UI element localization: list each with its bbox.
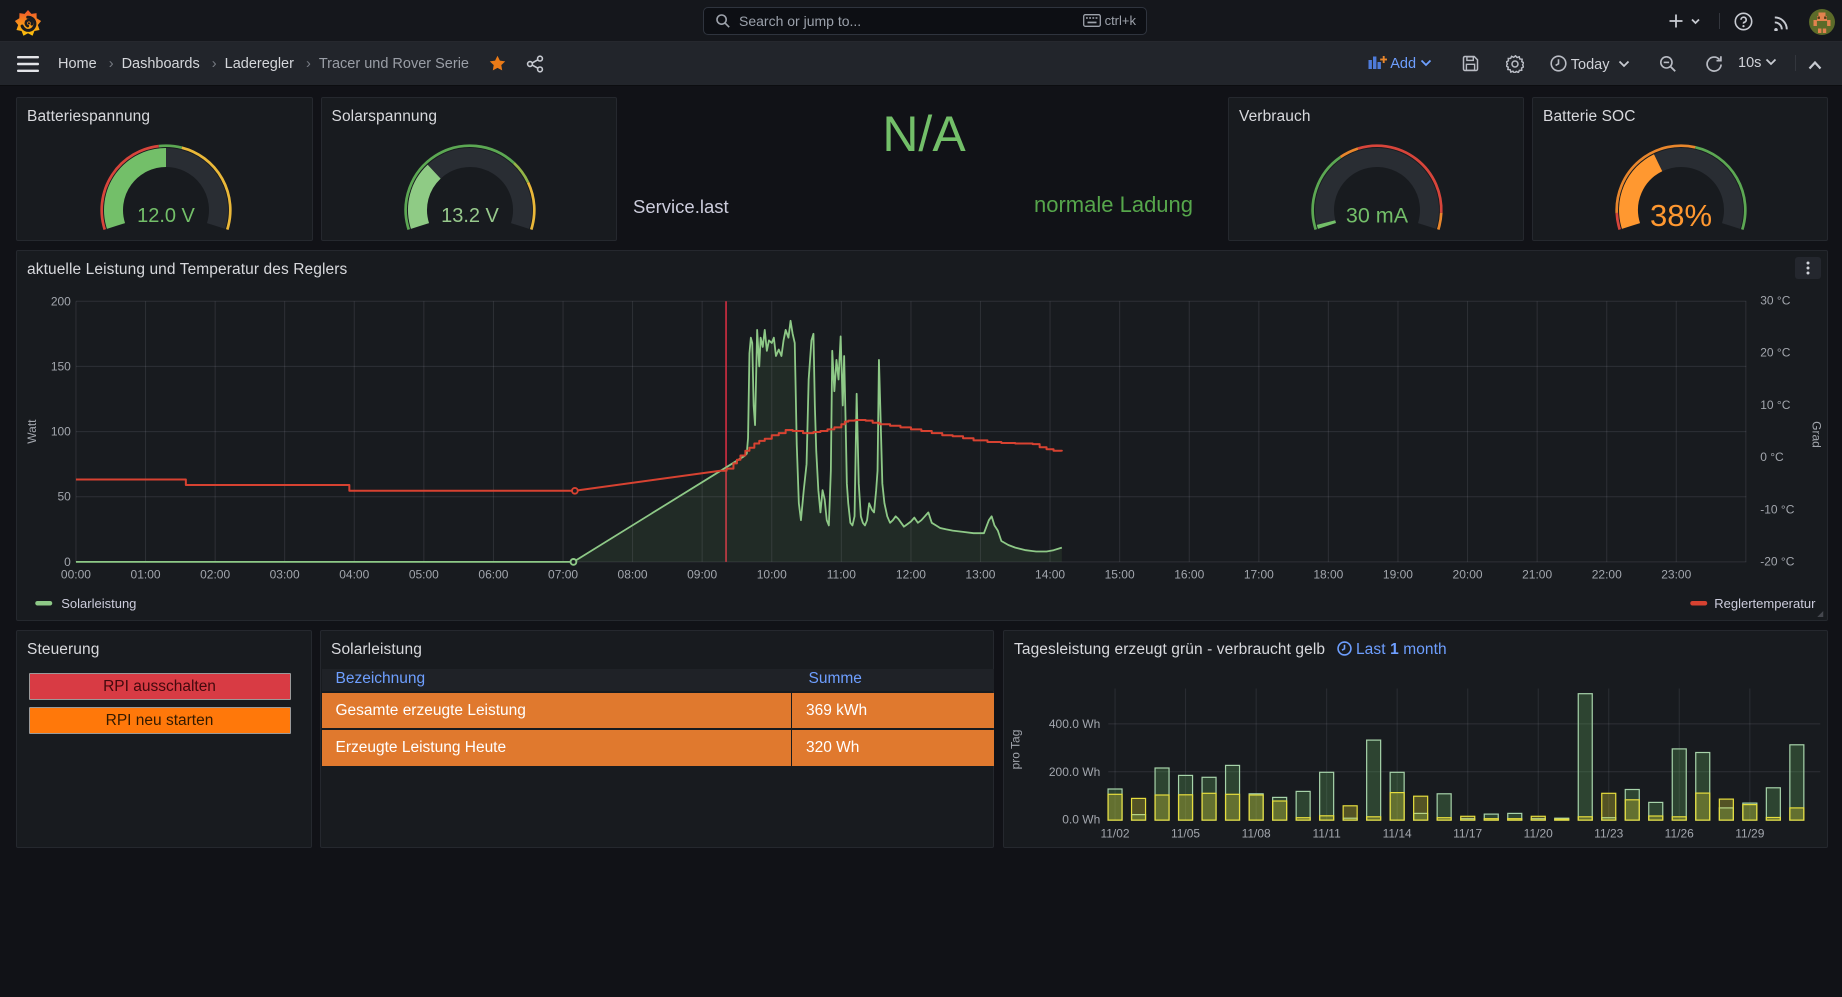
svg-text:400.0 Wh: 400.0 Wh <box>1049 716 1100 730</box>
svg-text:50: 50 <box>57 489 71 503</box>
svg-text:04:00: 04:00 <box>339 567 369 581</box>
svg-text:11/20: 11/20 <box>1524 826 1553 840</box>
svg-text:22:00: 22:00 <box>1592 567 1622 581</box>
svg-text:02:00: 02:00 <box>200 567 230 581</box>
svg-text:11/29: 11/29 <box>1735 826 1764 840</box>
svg-text:05:00: 05:00 <box>409 567 439 581</box>
svg-text:pro Tag: pro Tag <box>1008 729 1022 769</box>
svg-text:01:00: 01:00 <box>131 567 161 581</box>
svg-text:07:00: 07:00 <box>548 567 578 581</box>
svg-text:11/11: 11/11 <box>1313 826 1342 840</box>
svg-text:06:00: 06:00 <box>478 567 508 581</box>
svg-text:00:00: 00:00 <box>61 567 91 581</box>
svg-text:09:00: 09:00 <box>687 567 717 581</box>
svg-text:12:00: 12:00 <box>896 567 926 581</box>
svg-text:12.0 V: 12.0 V <box>137 205 195 227</box>
svg-text:100: 100 <box>51 424 71 438</box>
svg-text:11/05: 11/05 <box>1171 826 1200 840</box>
svg-text:11/17: 11/17 <box>1453 826 1482 840</box>
svg-text:16:00: 16:00 <box>1174 567 1204 581</box>
svg-text:18:00: 18:00 <box>1313 567 1343 581</box>
svg-text:200: 200 <box>51 294 71 308</box>
svg-text:13:00: 13:00 <box>965 567 995 581</box>
svg-text:17:00: 17:00 <box>1244 567 1274 581</box>
svg-text:10:00: 10:00 <box>757 567 787 581</box>
svg-text:11/02: 11/02 <box>1100 826 1129 840</box>
svg-text:13.2 V: 13.2 V <box>441 205 499 227</box>
svg-text:11/23: 11/23 <box>1594 826 1623 840</box>
svg-text:200.0 Wh: 200.0 Wh <box>1049 764 1100 778</box>
svg-text:11/14: 11/14 <box>1383 826 1412 840</box>
svg-text:30 °C: 30 °C <box>1760 293 1790 307</box>
svg-text:0.0 Wh: 0.0 Wh <box>1062 812 1100 826</box>
svg-text:15:00: 15:00 <box>1105 567 1135 581</box>
svg-text:11/08: 11/08 <box>1242 826 1271 840</box>
svg-text:Solarleistung: Solarleistung <box>61 596 136 611</box>
svg-text:21:00: 21:00 <box>1522 567 1552 581</box>
svg-text:10 °C: 10 °C <box>1760 397 1790 411</box>
svg-text:14:00: 14:00 <box>1035 567 1065 581</box>
svg-text:23:00: 23:00 <box>1661 567 1691 581</box>
svg-text:Reglertemperatur: Reglertemperatur <box>1714 596 1816 611</box>
svg-text:19:00: 19:00 <box>1383 567 1413 581</box>
svg-text:-20 °C: -20 °C <box>1760 554 1794 568</box>
svg-text:20 °C: 20 °C <box>1760 345 1790 359</box>
svg-text:20:00: 20:00 <box>1453 567 1483 581</box>
svg-text:08:00: 08:00 <box>618 567 648 581</box>
svg-text:03:00: 03:00 <box>270 567 300 581</box>
svg-text:11:00: 11:00 <box>827 567 856 581</box>
svg-text:0 °C: 0 °C <box>1760 450 1784 464</box>
svg-text:150: 150 <box>51 359 71 373</box>
svg-text:-10 °C: -10 °C <box>1760 502 1794 516</box>
svg-text:11/26: 11/26 <box>1665 826 1694 840</box>
svg-text:Grad: Grad <box>1809 421 1823 448</box>
svg-text:Watt: Watt <box>25 418 39 443</box>
svg-text:30 mA: 30 mA <box>1346 204 1409 228</box>
svg-text:38%: 38% <box>1650 198 1712 233</box>
